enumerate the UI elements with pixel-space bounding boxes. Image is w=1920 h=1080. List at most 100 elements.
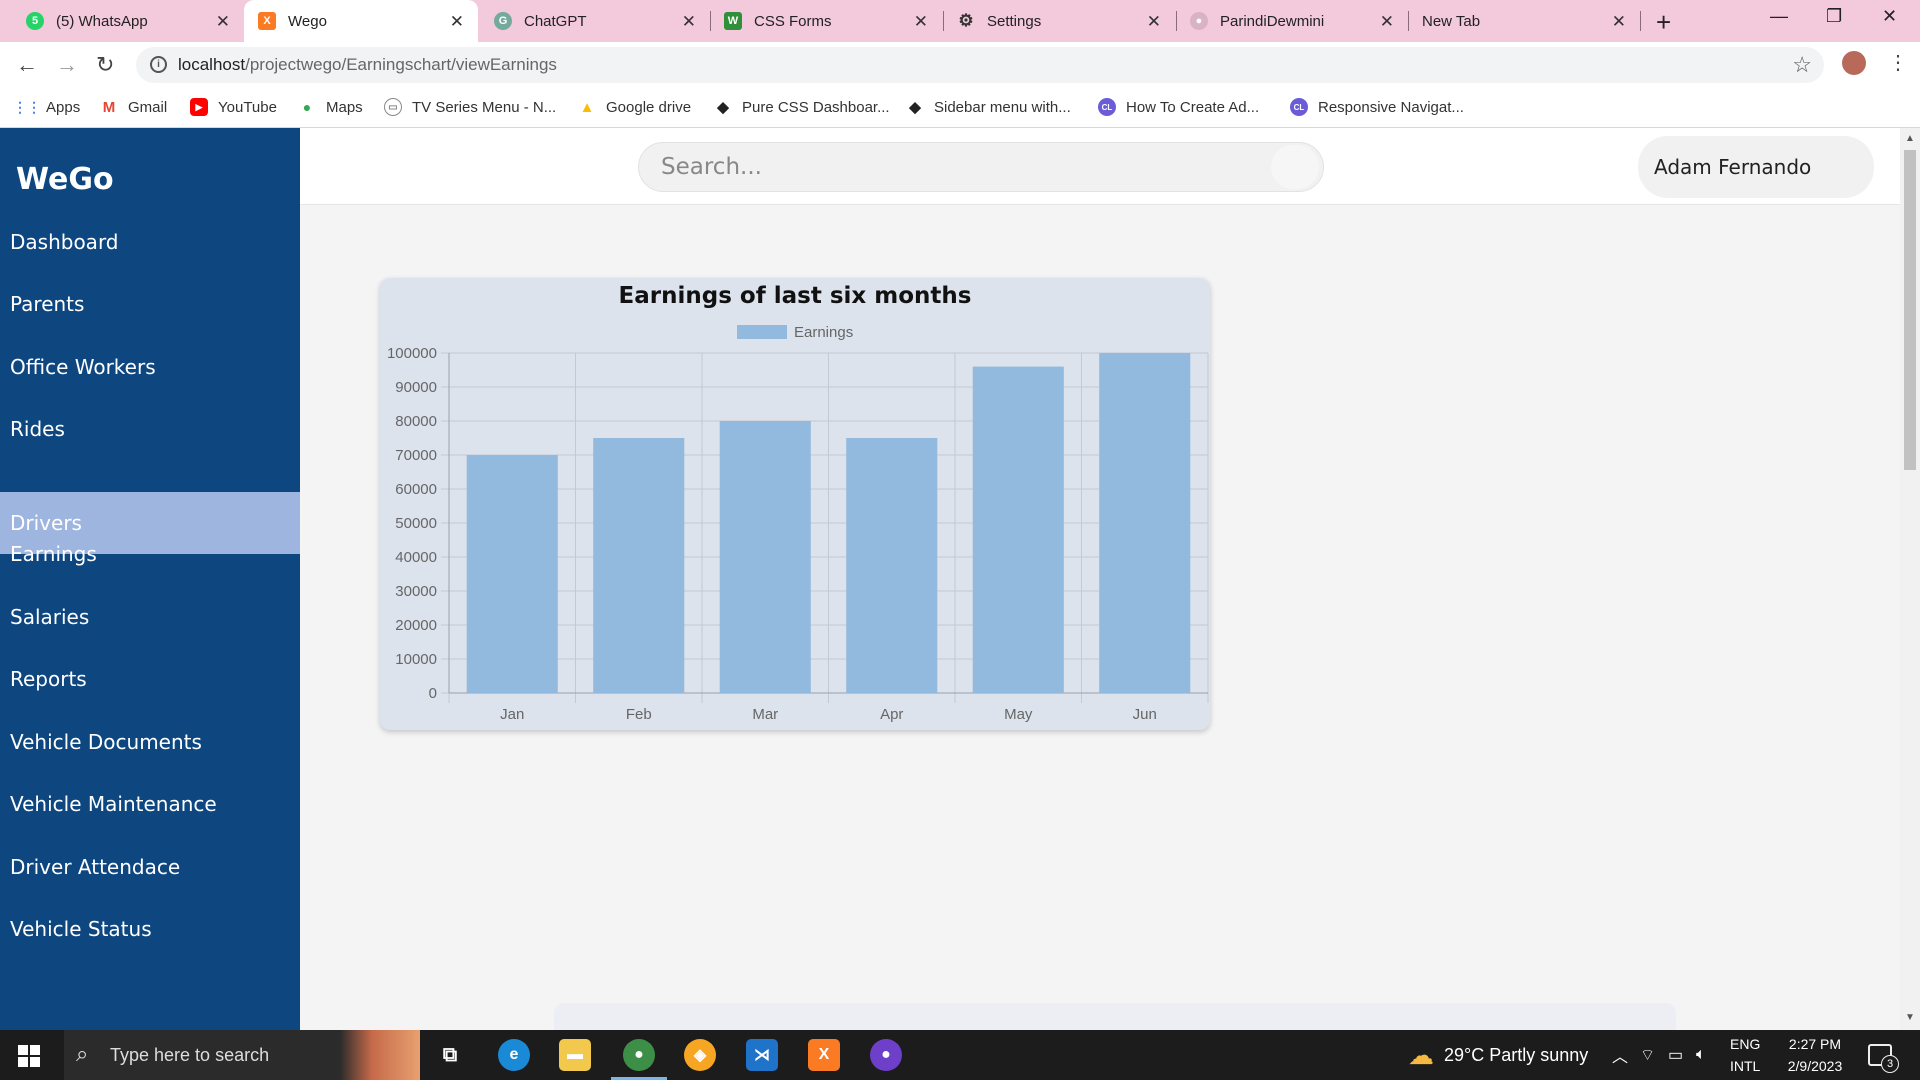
tray-chevron-icon[interactable]: ︿ xyxy=(1612,1030,1628,1080)
bookmark-tv-series[interactable]: ▭ TV Series Menu - N... xyxy=(384,98,556,116)
close-icon[interactable]: ✕ xyxy=(1612,12,1626,32)
scrollbar-thumb[interactable] xyxy=(1904,150,1916,470)
tab-wego[interactable]: X Wego ✕ xyxy=(244,0,478,42)
app-logo[interactable]: WeGo xyxy=(16,162,114,197)
tab-css-forms[interactable]: W CSS Forms ✕ xyxy=(710,0,942,42)
earnings-chart-card: Earnings of last six months Earnings 10000… xyxy=(380,278,1210,730)
forward-arrow-icon[interactable]: → xyxy=(56,52,78,78)
close-icon[interactable]: ✕ xyxy=(216,12,230,32)
restore-icon[interactable]: ❐ xyxy=(1826,6,1842,27)
github-desktop-icon[interactable]: ● xyxy=(870,1039,902,1071)
sidebar-item-driver-attendace[interactable]: Driver Attendace xyxy=(0,836,300,898)
gmail-icon: M xyxy=(102,98,116,116)
network-icon[interactable]: ⌔ xyxy=(1640,1030,1655,1080)
volume-icon[interactable]: 🔈︎ xyxy=(1696,1030,1706,1080)
bookmark-youtube[interactable]: ▶ YouTube xyxy=(190,98,277,116)
close-icon[interactable]: ✕ xyxy=(450,12,464,32)
address-bar[interactable]: i localhost/projectwego/Earningschart/vi… xyxy=(136,47,1824,83)
bookmark-maps[interactable]: ● Maps xyxy=(298,98,363,116)
site-info-icon[interactable]: i xyxy=(150,56,167,73)
legend-swatch xyxy=(737,325,787,339)
bookmark-responsive-nav[interactable]: CL Responsive Navigat... xyxy=(1290,98,1464,116)
weather-text: 29°C Partly sunny xyxy=(1444,1044,1589,1065)
window-close-icon[interactable]: ✕ xyxy=(1882,6,1897,27)
vscode-icon[interactable]: ⋊ xyxy=(746,1039,778,1071)
whatsapp-icon: 5 xyxy=(26,12,44,30)
sidebar-item-vehicle-maintenance[interactable]: Vehicle Maintenance xyxy=(0,773,300,835)
close-icon[interactable]: ✕ xyxy=(914,12,928,32)
earnings-bar-chart: Earnings of last six months Earnings 10000… xyxy=(387,283,1209,723)
battery-icon[interactable]: ▭ xyxy=(1668,1030,1683,1080)
weather-widget[interactable]: ☁ 29°C Partly sunny xyxy=(1408,1030,1588,1080)
windows-start-icon[interactable] xyxy=(18,1045,40,1067)
user-name: Adam Fernando xyxy=(1654,155,1812,179)
y-tick-label: 50000 xyxy=(395,515,437,532)
xampp-icon[interactable]: X xyxy=(808,1039,840,1071)
back-arrow-icon[interactable]: ← xyxy=(16,52,38,78)
bookmark-google-drive[interactable]: ▲ Google drive xyxy=(578,98,692,116)
brave-icon[interactable]: ◈ xyxy=(684,1039,716,1071)
tab-whatsapp[interactable]: 5 (5) WhatsApp ✕ xyxy=(0,0,244,42)
bookmark-star-icon[interactable]: ☆ xyxy=(1792,52,1812,78)
minimize-icon[interactable]: — xyxy=(1770,6,1788,27)
user-profile[interactable]: Adam Fernando xyxy=(1638,136,1874,198)
task-view-icon[interactable]: ⧉ xyxy=(434,1039,466,1071)
apps-grid-icon: ⋮⋮ xyxy=(13,98,41,115)
language-indicator[interactable]: ENG INTL xyxy=(1730,1030,1760,1080)
tab-settings[interactable]: ⚙ Settings ✕ xyxy=(943,0,1175,42)
y-tick-label: 40000 xyxy=(395,549,437,566)
sidebar-item-vehicle-documents[interactable]: Vehicle Documents xyxy=(0,711,300,773)
bar-jan xyxy=(466,455,558,693)
profile-avatar[interactable] xyxy=(1842,51,1866,75)
sidebar-item-dashboard[interactable]: Dashboard xyxy=(0,211,300,273)
edge-icon[interactable]: e xyxy=(498,1039,530,1071)
x-tick-label: Feb xyxy=(626,706,652,723)
tab-chatgpt[interactable]: G ChatGPT ✕ xyxy=(478,0,710,42)
tab-title: New Tab xyxy=(1422,12,1481,30)
clock[interactable]: 2:27 PM 2/9/2023 xyxy=(1780,1030,1850,1080)
search-button[interactable] xyxy=(1271,145,1319,189)
sidebar-item-parents[interactable]: Parents xyxy=(0,273,300,335)
address-toolbar: ← → ↻ i localhost/projectwego/Earningsch… xyxy=(0,42,1920,88)
sidebar-item-office-workers[interactable]: Office Workers xyxy=(0,336,300,398)
sidebar-item-salaries[interactable]: Salaries xyxy=(0,586,300,648)
tab-github[interactable]: ● ParindiDewmini ✕ xyxy=(1176,0,1408,42)
github-icon: ● xyxy=(1190,12,1208,30)
scroll-up-icon[interactable]: ▲ xyxy=(1905,133,1915,144)
tab-title: ChatGPT xyxy=(524,12,587,30)
sidebar-item-rides[interactable]: Rides xyxy=(0,398,300,460)
close-icon[interactable]: ✕ xyxy=(1147,12,1161,32)
clock-date: 2/9/2023 xyxy=(1787,1058,1843,1074)
sidebar-item-earnings[interactable]: Earnings xyxy=(0,523,300,585)
menu-kebab-icon[interactable]: ⋮ xyxy=(1888,50,1908,75)
search-input[interactable]: Search... xyxy=(638,142,1324,192)
tab-new-tab[interactable]: New Tab ✕ xyxy=(1408,0,1640,42)
tab-separator xyxy=(1640,11,1641,31)
y-tick-label: 20000 xyxy=(395,617,437,634)
url-host: localhost xyxy=(178,55,246,74)
scroll-down-icon[interactable]: ▼ xyxy=(1905,1012,1915,1023)
sidebar-item-reports[interactable]: Reports xyxy=(0,648,300,710)
bookmark-apps[interactable]: ⋮⋮ Apps xyxy=(13,98,80,116)
close-icon[interactable]: ✕ xyxy=(682,12,696,32)
bookmark-gmail[interactable]: M Gmail xyxy=(100,98,167,116)
file-explorer-icon[interactable]: ▬ xyxy=(559,1039,591,1071)
reload-icon[interactable]: ↻ xyxy=(96,52,114,78)
bookmark-sidebar-menu[interactable]: ◆ Sidebar menu with... xyxy=(906,98,1071,117)
new-tab-plus-icon[interactable]: + xyxy=(1656,7,1671,38)
taskbar-search-input[interactable]: ⌕ Type here to search xyxy=(64,1030,420,1080)
sidebar-item-vehicle-status[interactable]: Vehicle Status xyxy=(0,898,300,960)
xampp-icon: X xyxy=(258,12,276,30)
notification-icon[interactable]: 3 xyxy=(1868,1044,1899,1073)
bookmark-pure-css[interactable]: ◆ Pure CSS Dashboar... xyxy=(714,98,889,117)
close-icon[interactable]: ✕ xyxy=(1380,12,1394,32)
windows-taskbar: ⌕ Type here to search ⧉ e ▬ ● ◈ ⋊ X ● ☁ … xyxy=(0,1030,1920,1080)
page-scrollbar[interactable]: ▲ ▼ xyxy=(1900,128,1920,1030)
chrome-icon[interactable]: ● xyxy=(611,1039,667,1080)
x-tick-label: Jun xyxy=(1133,706,1157,723)
y-tick-label: 0 xyxy=(429,685,437,702)
partly-sunny-icon: ☁ xyxy=(1408,1039,1434,1070)
bookmark-how-to-create[interactable]: CL How To Create Ad... xyxy=(1098,98,1259,116)
y-tick-label: 100000 xyxy=(387,345,437,362)
cl-icon: CL xyxy=(1290,98,1308,116)
